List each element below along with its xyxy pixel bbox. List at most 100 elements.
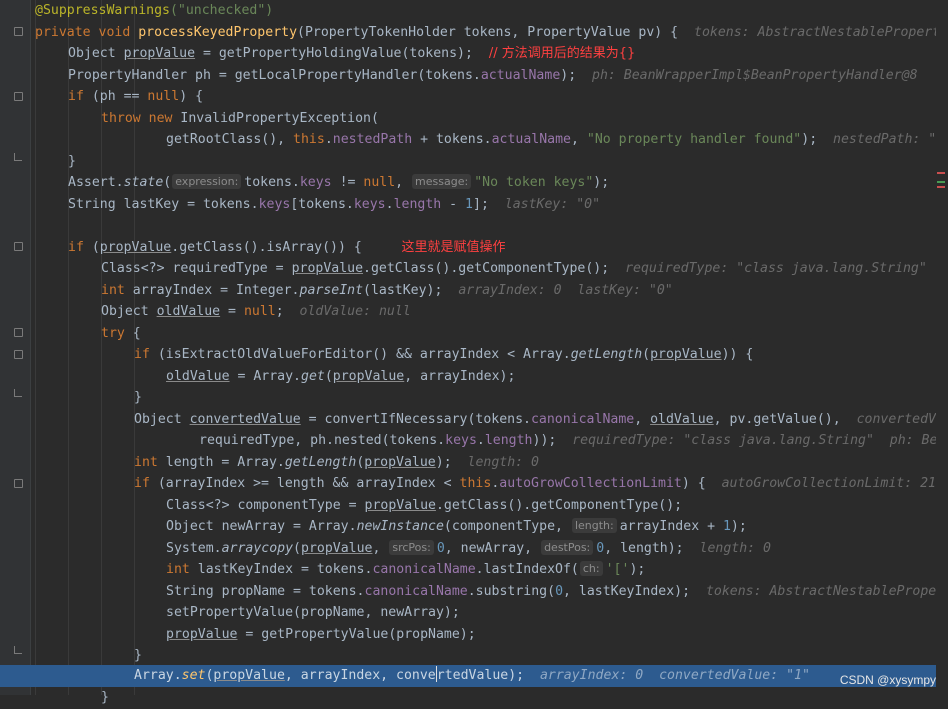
code-text: } <box>68 153 76 169</box>
error-marker[interactable] <box>937 172 945 174</box>
code-line-25[interactable]: Object newArray = Array.newInstance(comp… <box>0 516 948 538</box>
code-text: , <box>372 540 389 556</box>
keyword: int <box>101 282 133 298</box>
debug-inline-value: arrayIndex: 0 convertedValue: "1" <box>539 668 810 683</box>
code-line-9[interactable]: Assert.state(expression: tokens.keys != n… <box>0 172 948 194</box>
number-literal: 0 <box>555 583 564 599</box>
code-text: length = Array. <box>165 454 285 470</box>
code-text: = convertIfNecessary(tokens. <box>300 411 531 427</box>
code-text: Array. <box>134 668 182 683</box>
code-line-17[interactable]: if (isExtractOldValueForEditor() && arra… <box>0 344 948 366</box>
field: canonicalName <box>372 562 476 577</box>
parameter-hint: expression: <box>172 174 242 189</box>
keyword: null <box>243 304 276 319</box>
code-text: (lastKey); <box>363 282 443 298</box>
code-line-28[interactable]: String propName = tokens.canonicalName.s… <box>0 581 948 603</box>
debug-inline-value: tokens: AbstractNestablePropertyAccessor… <box>694 24 948 40</box>
code-line-24[interactable]: Class<?> componentType = propValue.getCl… <box>0 495 948 517</box>
debug-inline-value: arrayIndex: 0 lastKey: "0" <box>458 282 673 298</box>
keyword: if <box>134 347 150 362</box>
variable: propValue <box>166 626 238 642</box>
field: nestedPath <box>332 132 413 147</box>
change-marker[interactable] <box>937 181 945 183</box>
code-line-7[interactable]: getRootClass(), this.nestedPath + tokens… <box>0 129 948 151</box>
code-line-12[interactable]: if (propValue.getClass().isArray()) { 这里… <box>0 237 948 259</box>
code-line-13[interactable]: Class<?> requiredType = propValue.getCla… <box>0 258 948 280</box>
number-literal: 0 <box>436 540 445 556</box>
code-text: getRootClass(), <box>166 132 294 147</box>
method-name: processKeyedProperty <box>138 24 298 40</box>
code-text: PropertyHandler ph = getLocalPropertyHan… <box>68 67 481 83</box>
field: keys <box>445 433 477 448</box>
annotation-comment: // 方法调用后的结果为{} <box>488 46 636 61</box>
code-text: setPropertyValue(propName, newArray); <box>166 605 460 620</box>
code-line-23[interactable]: if (arrayIndex >= length && arrayIndex <… <box>0 473 948 495</box>
keyword: if <box>134 476 150 491</box>
code-line-10[interactable]: String lastKey = tokens.keys[tokens.keys… <box>0 194 948 216</box>
annotation: @SuppressWarnings <box>35 3 170 18</box>
code-line-20[interactable]: Object convertedValue = convertIfNecessa… <box>0 409 948 431</box>
code-line-30[interactable]: propValue = getPropertyValue(propName); <box>0 624 948 646</box>
static-method: get <box>301 368 325 384</box>
parameter-hint: ch: <box>579 561 603 576</box>
code-line-16[interactable]: try { <box>0 323 948 345</box>
debug-inline-value: nestedPath: "" <box>833 132 945 147</box>
code-text: ]; <box>473 196 489 212</box>
static-method: getLength <box>284 454 357 470</box>
number-literal: 1 <box>722 519 731 534</box>
code-text: ( <box>293 540 301 556</box>
code-line-19[interactable]: } <box>0 387 948 409</box>
keyword: if <box>68 89 84 104</box>
code-text: ); <box>629 562 646 577</box>
code-text: , lastKeyIndex); <box>563 583 691 599</box>
code-text: } <box>134 648 142 663</box>
code-line-21[interactable]: requiredType, ph.nested(tokens.keys.leng… <box>0 430 948 452</box>
debug-inline-value: autoGrowCollectionLimit: 2147483647 <box>721 476 948 491</box>
code-text: Object <box>101 304 157 319</box>
code-line-6[interactable]: throw new InvalidPropertyException( <box>0 108 948 130</box>
code-line-26[interactable]: System.arraycopy(propValue, srcPos: 0, ne… <box>0 538 948 560</box>
code-line-22[interactable]: int length = Array.getLength(propValue);… <box>0 452 948 474</box>
editor-scrollbar[interactable] <box>936 0 948 695</box>
code-text: .substring( <box>467 583 556 599</box>
code-line-33[interactable]: } <box>0 687 948 709</box>
code-line-15[interactable]: Object oldValue = null; oldValue: null <box>0 301 948 323</box>
code-line-3[interactable]: Object propValue = getPropertyHoldingVal… <box>0 43 948 65</box>
code-line-2[interactable]: private void processKeyedProperty(Proper… <box>0 22 948 44</box>
code-text: } <box>101 690 109 705</box>
code-text: (isExtractOldValueForEditor() && arrayIn… <box>149 347 571 362</box>
code-line-1[interactable]: @SuppressWarnings("unchecked") <box>0 0 948 22</box>
code-line-29[interactable]: setPropertyValue(propName, newArray); <box>0 602 948 624</box>
error-marker[interactable] <box>937 186 945 188</box>
code-line-5[interactable]: if (ph == null) { <box>0 86 948 108</box>
code-text: Object <box>134 411 190 427</box>
code-line-14[interactable]: int arrayIndex = Integer.parseInt(lastKe… <box>0 280 948 302</box>
variable: propValue <box>332 368 405 384</box>
code-line-8[interactable]: } <box>0 151 948 173</box>
keyword: if <box>68 239 84 255</box>
keyword: try <box>101 325 125 341</box>
code-text: , newArray, <box>444 540 541 556</box>
parameter-hint: srcPos: <box>389 539 434 555</box>
code-text: .getClass().getComponentType(); <box>435 497 683 513</box>
code-line-27[interactable]: int lastKeyIndex = tokens.canonicalName.… <box>0 559 948 581</box>
code-line-31[interactable]: } <box>0 645 948 667</box>
current-execution-line[interactable]: Array.set(propValue, arrayIndex, convert… <box>0 665 948 687</box>
code-text: != <box>331 175 364 190</box>
code-text: )); <box>532 433 557 448</box>
code-line-18[interactable]: oldValue = Array.get(propValue, arrayInd… <box>0 366 948 388</box>
code-text: Object <box>68 46 124 61</box>
code-text: . <box>476 433 485 448</box>
code-text: = getPropertyValue(propName); <box>237 626 476 642</box>
code-text: } <box>134 390 142 405</box>
code-line-4[interactable]: PropertyHandler ph = getLocalPropertyHan… <box>0 65 948 87</box>
code-text: , arrayIndex); <box>404 368 516 384</box>
code-text: , <box>570 132 587 147</box>
variable: convertedValue <box>189 411 301 427</box>
code-text: requiredType, ph.nested(tokens. <box>199 433 446 448</box>
code-text: ) { <box>179 89 204 104</box>
code-text: .lastIndexOf( <box>475 562 579 577</box>
keyword: throw new <box>101 110 181 126</box>
code-editor[interactable]: @SuppressWarnings("unchecked") private v… <box>0 0 948 705</box>
keyword: this <box>459 476 492 491</box>
